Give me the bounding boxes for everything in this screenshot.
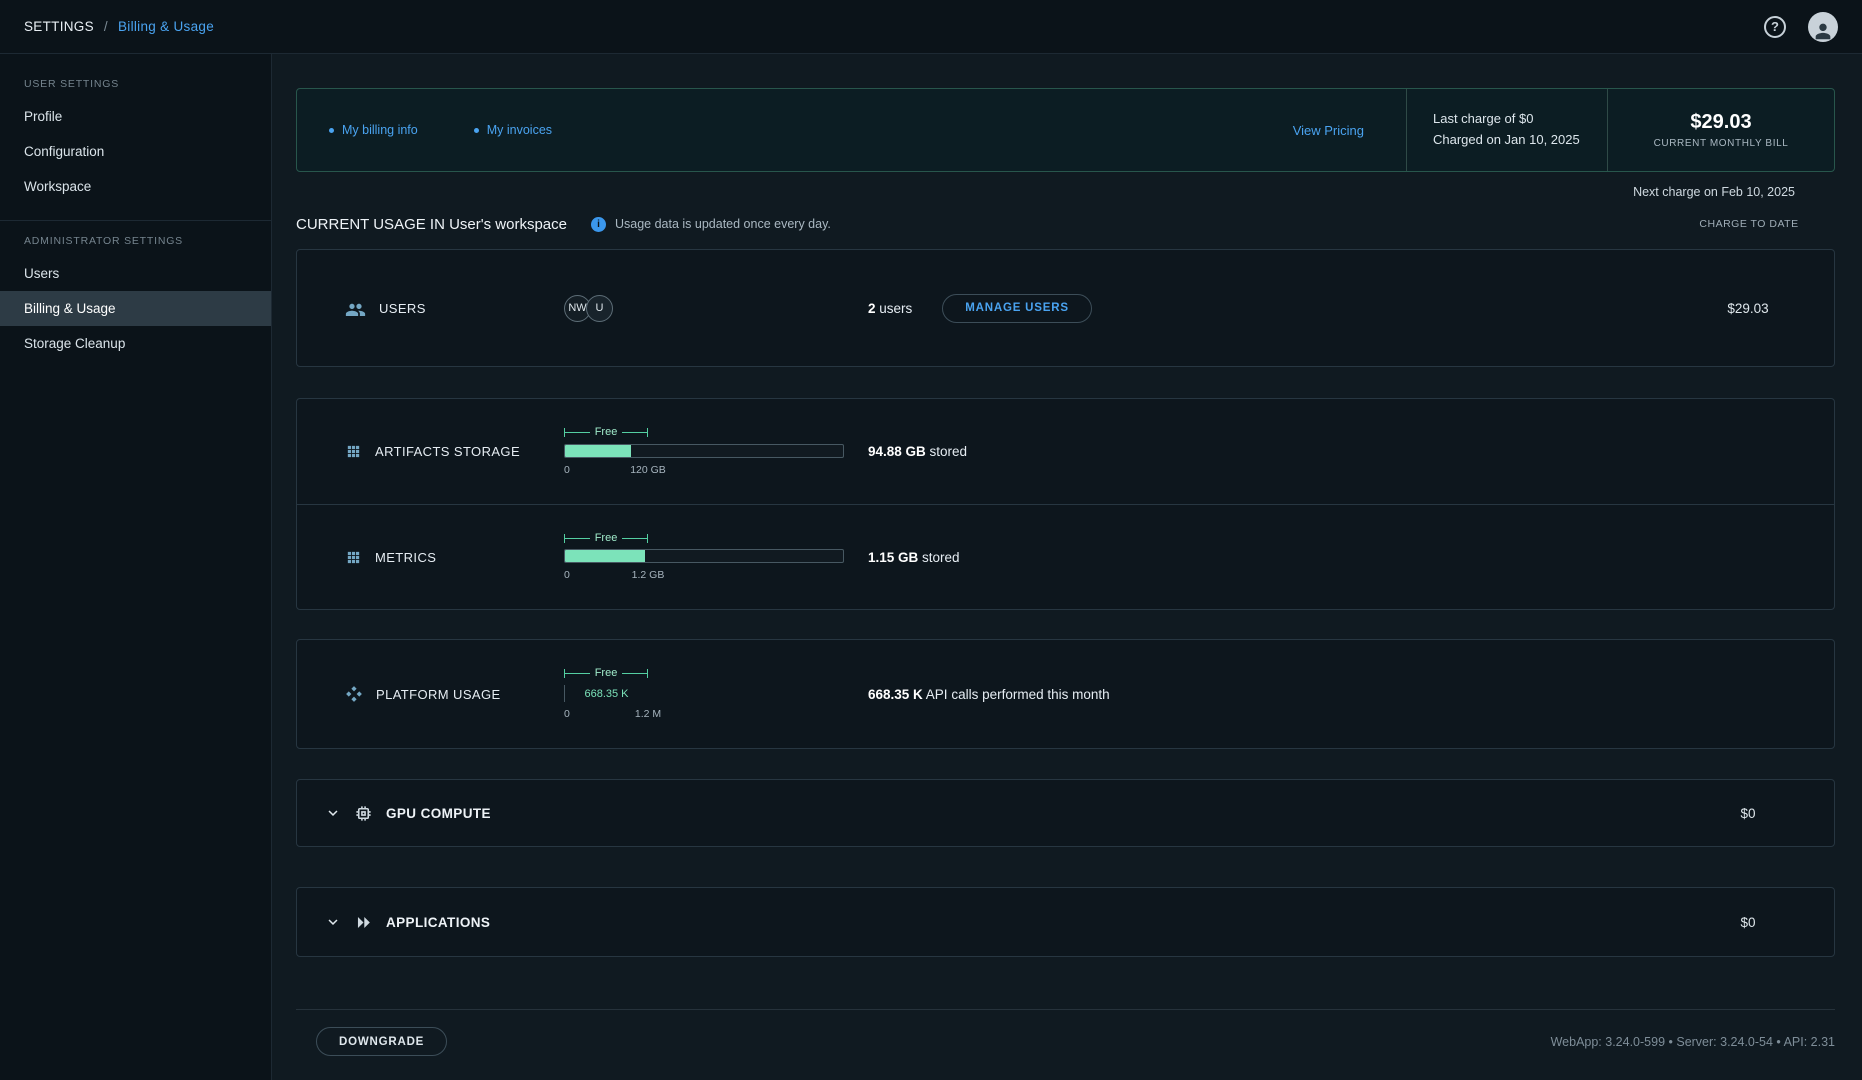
users-card: USERS NW U 2 users MANAGE USERS $29.03 [296,249,1835,367]
platform-usage-row: PLATFORM USAGE Free 668.35 K 0 1.2 M 668… [297,640,1834,748]
users-label-cell: USERS [345,301,564,316]
avatar-group: NW U [564,295,868,322]
usage-header: CURRENT USAGE IN User's workspace i Usag… [296,213,1835,235]
sidebar-item-profile[interactable]: Profile [0,99,271,134]
users-row: USERS NW U 2 users MANAGE USERS $29.03 [297,250,1834,366]
free-tier-bracket: Free [564,532,648,544]
avatar[interactable]: U [586,295,613,322]
chevron-down-icon[interactable] [324,913,342,931]
bullet-icon [329,128,334,133]
artifacts-value-cell: 94.88 GB stored [868,444,1668,459]
users-avatars-cell: NW U [564,295,868,322]
chevron-down-icon[interactable] [324,804,342,822]
current-monthly-bill: $29.03 CURRENT MONTHLY BILL [1608,111,1834,149]
topbar: SETTINGS / Billing & Usage ? [0,0,1862,54]
sidebar-section-divider: ADMINISTRATOR SETTINGS Users Billing & U… [0,220,271,361]
settings-sidebar: USER SETTINGS Profile Configuration Work… [0,54,272,1080]
view-pricing-link[interactable]: View Pricing [1293,123,1406,138]
metrics-label: METRICS [375,550,436,565]
breadcrumb-current-page: Billing & Usage [118,19,214,34]
last-charge-info: Last charge of $0 Charged on Jan 10, 202… [1407,109,1607,151]
sidebar-item-configuration[interactable]: Configuration [0,134,271,169]
downgrade-button[interactable]: DOWNGRADE [316,1027,447,1056]
breadcrumb-settings[interactable]: SETTINGS [24,19,94,34]
gpu-compute-label: GPU COMPUTE [386,806,491,821]
sidebar-section-user-settings: USER SETTINGS [0,64,271,99]
chip-icon [354,804,373,823]
last-charge-date: Charged on Jan 10, 2025 [1433,130,1581,151]
platform-usage-card: PLATFORM USAGE Free 668.35 K 0 1.2 M 668… [296,639,1835,749]
users-charge: $29.03 [1668,301,1828,316]
user-avatar-icon[interactable] [1808,12,1838,42]
grid-icon [345,549,362,566]
sidebar-item-billing-usage[interactable]: Billing & Usage [0,291,271,326]
topbar-actions: ? [1764,12,1838,42]
storage-card: ARTIFACTS STORAGE Free 0 120 GB 94.88 G [296,398,1835,610]
gpu-charge: $0 [1668,806,1828,821]
my-invoices-link[interactable]: My invoices [474,123,552,137]
artifacts-storage-row: ARTIFACTS STORAGE Free 0 120 GB 94.88 G [297,399,1834,504]
metrics-progress-fill [565,550,645,562]
platform-bar-cell: Free 668.35 K 0 1.2 M [564,668,868,721]
metrics-bar-cell: Free 0 1.2 GB [564,532,868,582]
sidebar-section-administrator-settings: ADMINISTRATOR SETTINGS [0,221,271,256]
platform-scale: 0 1.2 M [564,708,844,721]
info-icon: i [591,217,606,232]
breadcrumb: SETTINGS / Billing & Usage [24,19,214,34]
applications-charge: $0 [1668,915,1828,930]
sidebar-item-storage-cleanup[interactable]: Storage Cleanup [0,326,271,361]
sidebar-item-workspace[interactable]: Workspace [0,169,271,204]
users-label: USERS [379,301,426,316]
sidebar-item-users[interactable]: Users [0,256,271,291]
metrics-value-cell: 1.15 GB stored [868,550,1668,565]
artifacts-stored: 94.88 GB stored [868,444,967,459]
platform-label: PLATFORM USAGE [376,687,501,702]
grid-icon [345,443,362,460]
breadcrumb-separator: / [104,19,108,34]
help-icon[interactable]: ? [1764,16,1786,38]
platform-api-calls: 668.35 K API calls performed this month [868,687,1110,702]
charge-to-date-header: CHARGE TO DATE [1669,218,1829,230]
free-tier-bracket: Free [564,668,648,680]
free-tier-bracket: Free [564,427,648,439]
platform-value-cell: 668.35 K API calls performed this month [868,687,1668,702]
users-icon [345,301,366,316]
usage-info-note: Usage data is updated once every day. [615,217,831,231]
metrics-stored: 1.15 GB stored [868,550,960,565]
platform-label-cell: PLATFORM USAGE [345,685,564,703]
billing-summary-card: My billing info My invoices View Pricing… [296,88,1835,172]
metrics-scale: 0 1.2 GB [564,569,844,582]
gpu-compute-card[interactable]: GPU COMPUTE $0 [296,779,1835,847]
platform-used-value: 668.35 K [564,685,648,702]
metrics-progress-bar [564,549,844,563]
next-charge-note: Next charge on Feb 10, 2025 [296,185,1835,200]
bill-caption: CURRENT MONTHLY BILL [1608,138,1834,149]
metrics-row: METRICS Free 0 1.2 GB 1.15 GB stored [297,504,1834,609]
usage-title: CURRENT USAGE IN User's workspace [296,216,567,233]
bill-amount: $29.03 [1608,111,1834,134]
users-count: 2 users [868,301,912,316]
page-footer: DOWNGRADE WebApp: 3.24.0-599 • Server: 3… [296,1010,1835,1056]
billing-usage-page: My billing info My invoices View Pricing… [272,54,1862,1080]
my-billing-info-link[interactable]: My billing info [329,123,418,137]
artifacts-bar-cell: Free 0 120 GB [564,427,868,477]
metrics-label-cell: METRICS [345,549,564,566]
version-info: WebApp: 3.24.0-599 • Server: 3.24.0-54 •… [1551,1035,1835,1049]
applications-label: APPLICATIONS [386,915,490,930]
last-charge-amount: Last charge of $0 [1433,109,1581,130]
users-value-cell: 2 users MANAGE USERS [868,294,1668,323]
double-arrow-icon [354,913,373,932]
diamond-cluster-icon [345,685,363,703]
manage-users-button[interactable]: MANAGE USERS [942,294,1092,323]
bullet-icon [474,128,479,133]
artifacts-scale: 0 120 GB [564,464,844,477]
artifacts-progress-fill [565,445,631,457]
artifacts-label-cell: ARTIFACTS STORAGE [345,443,564,460]
artifacts-label: ARTIFACTS STORAGE [375,444,520,459]
artifacts-progress-bar [564,444,844,458]
applications-card[interactable]: APPLICATIONS $0 [296,887,1835,957]
